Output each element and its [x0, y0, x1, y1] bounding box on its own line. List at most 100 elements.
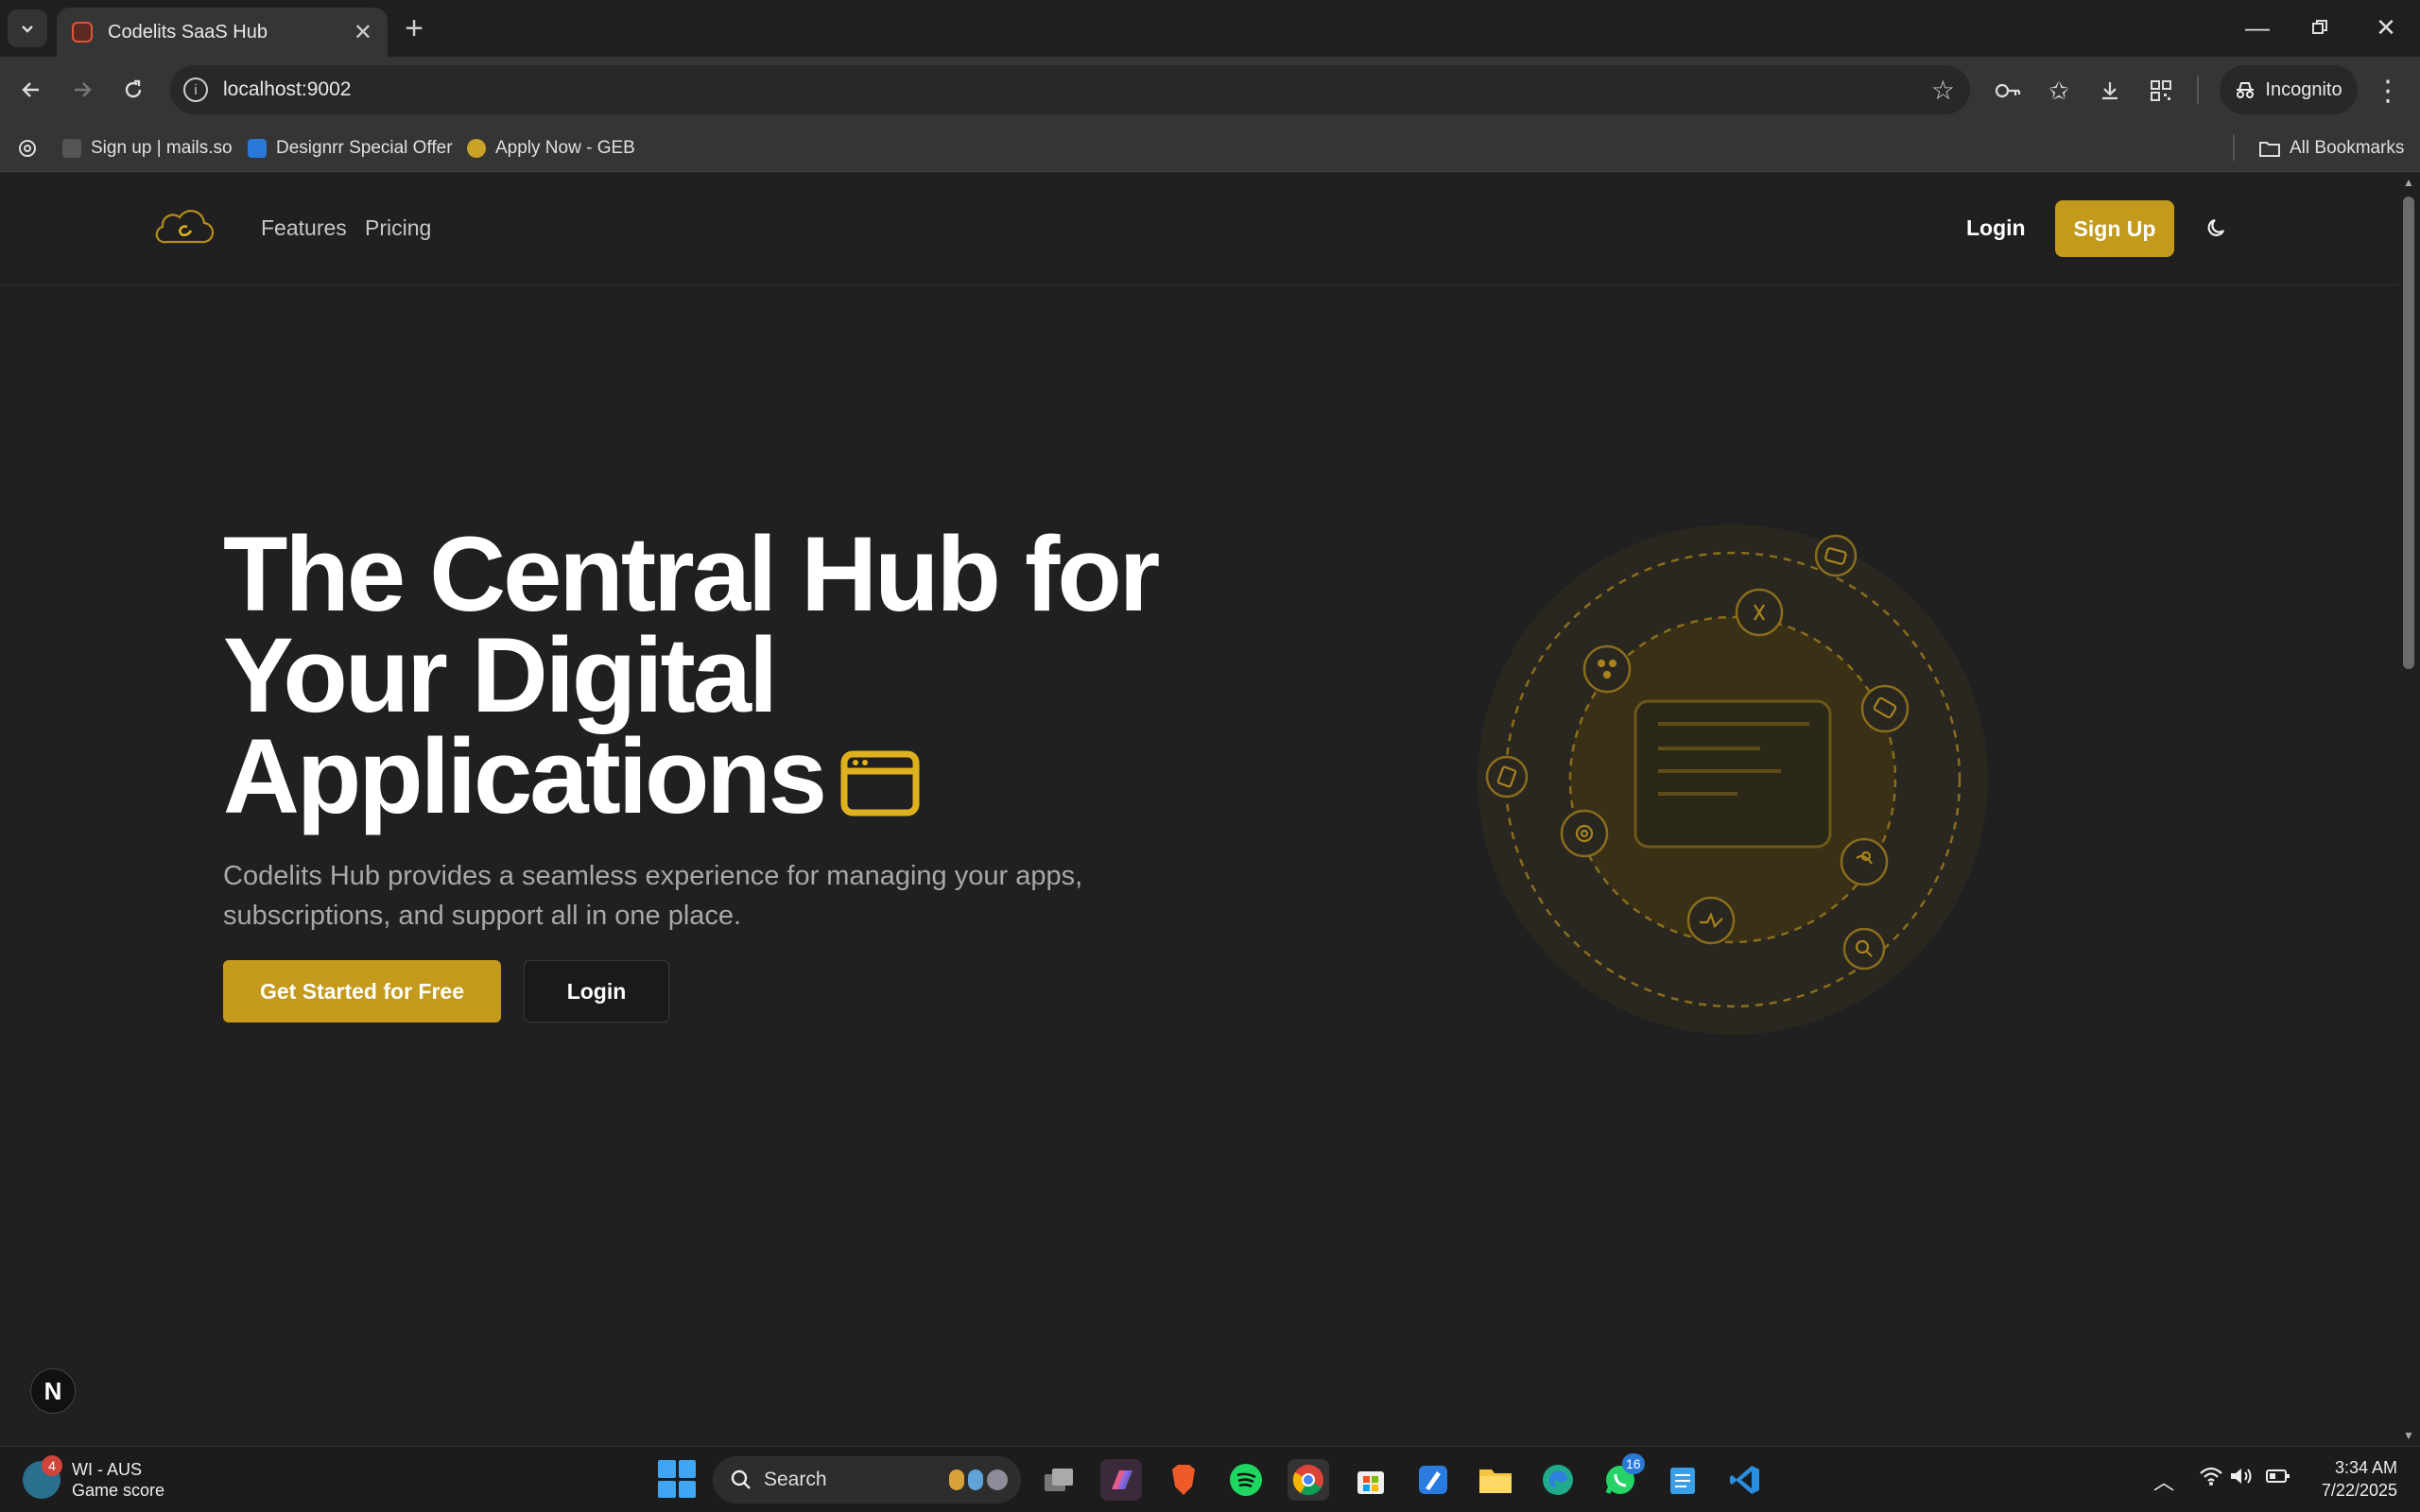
site-favicon-icon [72, 22, 93, 43]
download-icon[interactable] [2091, 72, 2129, 110]
bookmark-star-icon[interactable]: ☆ [1931, 75, 1955, 106]
orbit-app-icon [1842, 927, 1886, 971]
hero-subtitle: Codelits Hub provides a seamless experie… [223, 861, 1083, 931]
brave-browser-icon[interactable] [1163, 1459, 1204, 1501]
orbit-app-icon [1485, 755, 1529, 799]
chrome-icon[interactable] [1288, 1459, 1329, 1501]
site-header: Features Pricing Login Sign Up [0, 172, 2397, 285]
wifi-icon[interactable] [2199, 1466, 2223, 1492]
app-window-icon [840, 750, 920, 816]
hero-heading-line: Applications [223, 717, 827, 835]
forward-button[interactable] [62, 70, 102, 110]
browser-toolbar: i localhost:9002 ☆ ✩ Incognito ⋮ [0, 57, 2420, 123]
more-menu-icon[interactable]: ⋮ [2369, 72, 2407, 110]
windows-start-icon[interactable] [658, 1460, 696, 1498]
reload-icon [125, 79, 142, 98]
search-highlight-icon [949, 1469, 1008, 1490]
site-info-icon[interactable]: i [183, 77, 208, 102]
hero-heading: The Central Hub for Your Digital Applica… [223, 515, 1263, 830]
task-view-icon[interactable] [1038, 1459, 1080, 1501]
hero-heading-line: The Central Hub for [223, 515, 1160, 633]
edge-browser-icon[interactable] [1537, 1459, 1579, 1501]
active-tab[interactable]: Codelits SaaS Hub ✕ [57, 8, 388, 57]
tab-search-button[interactable] [8, 9, 47, 47]
sports-icon: 4 [23, 1455, 62, 1499]
scroll-up-icon[interactable]: ▲ [2403, 176, 2414, 189]
widget-subtitle: Game score [72, 1481, 165, 1500]
weather-badge: 4 [42, 1455, 62, 1476]
tab-title: Codelits SaaS Hub [108, 21, 268, 43]
whatsapp-badge: 16 [1622, 1453, 1645, 1474]
close-tab-icon[interactable]: ✕ [354, 19, 372, 46]
toolbar-divider [2197, 76, 2199, 104]
orbit-app-icon [1814, 534, 1858, 577]
bookmarks-divider [2233, 134, 2235, 161]
incognito-icon [2237, 82, 2255, 98]
search-icon [731, 1469, 751, 1489]
page-scrollbar[interactable]: ▲ ▼ [2397, 172, 2420, 1446]
url-text: localhost:9002 [223, 78, 352, 100]
restore-button[interactable] [2291, 6, 2348, 49]
scroll-thumb[interactable] [2403, 197, 2414, 669]
bookmark-item[interactable]: Apply Now - GEB [467, 136, 635, 161]
copilot-icon[interactable] [1100, 1459, 1142, 1501]
restore-icon [2312, 20, 2327, 34]
notepad-icon[interactable] [1662, 1459, 1703, 1501]
bookmark-item[interactable]: Sign up | mails.so [62, 136, 233, 161]
back-button[interactable] [11, 70, 51, 110]
os-taskbar: 4 WI - AUS Game score Search 16 ︿ 3:34 A… [0, 1446, 2420, 1512]
mail-favicon-icon [62, 139, 81, 158]
header-login-link[interactable]: Login [1966, 215, 2026, 241]
bookmark-item[interactable]: Designrr Special Offer [248, 136, 453, 161]
file-explorer-icon[interactable] [1475, 1459, 1516, 1501]
theme-toggle-button[interactable] [2201, 212, 2233, 244]
password-key-icon[interactable] [1989, 72, 2027, 110]
nav-link-features[interactable]: Features [261, 215, 347, 241]
vscode-icon[interactable] [1724, 1459, 1766, 1501]
pen-app-icon[interactable] [1412, 1459, 1454, 1501]
arrow-left-icon [22, 82, 39, 97]
lightbulb-favicon-icon [467, 139, 486, 158]
nav-link-pricing[interactable]: Pricing [365, 215, 431, 241]
bookmark-label: Sign up | mails.so [91, 138, 233, 158]
moon-icon [2207, 218, 2225, 236]
signup-button[interactable]: Sign Up [2055, 200, 2174, 257]
orbit-app-icon [1686, 896, 1736, 945]
arrow-right-icon [75, 82, 92, 97]
weather-widget[interactable]: 4 WI - AUS Game score [23, 1455, 165, 1503]
nextjs-devtools-button[interactable]: N [30, 1368, 76, 1414]
orbit-app-icon [1582, 644, 1632, 694]
favorites-icon[interactable]: ✩ [2040, 72, 2078, 110]
show-hidden-icons[interactable]: ︿ [2153, 1466, 2174, 1496]
address-bar[interactable]: i localhost:9002 ☆ [170, 65, 1970, 114]
volume-icon[interactable] [2229, 1466, 2254, 1492]
close-window-button[interactable]: ✕ [2358, 6, 2414, 49]
bookmark-label: Apply Now - GEB [495, 138, 635, 158]
hero-login-button[interactable]: Login [524, 960, 669, 1022]
folder-icon [2259, 142, 2280, 157]
chatgpt-bookmark-icon[interactable] [17, 136, 38, 161]
system-clock[interactable]: 3:34 AM 7/22/2025 [2303, 1456, 2397, 1502]
scroll-down-icon[interactable]: ▼ [2403, 1429, 2414, 1442]
get-started-button[interactable]: Get Started for Free [223, 960, 501, 1022]
incognito-indicator[interactable]: Incognito [2220, 65, 2358, 114]
browser-tab-bar: Codelits SaaS Hub ✕ + — ✕ [0, 0, 2420, 57]
minimize-button[interactable]: — [2229, 6, 2286, 49]
taskbar-search[interactable]: Search [713, 1456, 1021, 1503]
battery-icon[interactable] [2265, 1466, 2291, 1492]
page-viewport: Features Pricing Login Sign Up The Centr… [0, 172, 2397, 1446]
all-bookmarks-button[interactable]: All Bookmarks [2259, 136, 2404, 161]
widget-title: WI - AUS [72, 1460, 143, 1479]
microsoft-store-icon[interactable] [1350, 1459, 1392, 1501]
orbit-app-icon [1560, 809, 1609, 858]
reload-button[interactable] [113, 70, 153, 110]
spotify-icon[interactable] [1225, 1459, 1267, 1501]
qr-code-icon[interactable] [2142, 72, 2180, 110]
chevron-down-icon [22, 26, 33, 33]
new-tab-button[interactable]: + [397, 10, 431, 46]
clock-date: 7/22/2025 [2321, 1481, 2397, 1500]
whatsapp-icon[interactable]: 16 [1599, 1453, 1645, 1501]
hero-heading-line: Your Digital [223, 616, 778, 734]
cloud-logo-icon[interactable] [153, 206, 216, 248]
incognito-label: Incognito [2265, 78, 2342, 100]
